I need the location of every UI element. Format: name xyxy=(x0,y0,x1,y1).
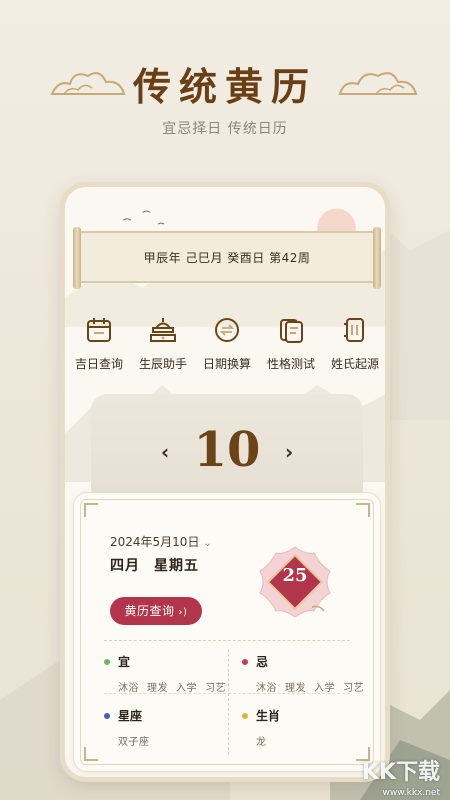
corner-ornament xyxy=(356,503,370,517)
zodiac-section: 生肖 龙 xyxy=(242,707,280,748)
solar-date: 2024年5月10日 xyxy=(110,535,200,549)
next-day-button[interactable]: › xyxy=(285,440,293,464)
calendar-icon xyxy=(87,318,111,342)
yi-title: 宜 xyxy=(118,655,131,669)
ji-item: 沐浴 xyxy=(256,683,277,694)
arrow-right-icon: ›) xyxy=(178,607,188,618)
yi-item: 习艺 xyxy=(205,683,226,694)
day-number: 10 xyxy=(193,422,261,478)
lunar-month: 四月 xyxy=(110,558,140,574)
yi-item: 理发 xyxy=(147,683,168,694)
corner-ornament xyxy=(84,503,98,517)
chevron-down-icon: ⌄ xyxy=(203,538,212,549)
tool-label: 日期换算 xyxy=(202,357,251,371)
ji-item: 习艺 xyxy=(343,683,364,694)
day-badge: 25 xyxy=(254,541,336,623)
tool-label: 姓氏起源 xyxy=(330,357,379,371)
phone-mockup: 甲辰年 己巳月 癸酉日 第42周 吉日查询 生辰助手 日期换算 性格测试 姓氏起… xyxy=(60,182,390,782)
yi-section: 宜 沐浴 理发 入学 习艺 xyxy=(104,653,226,694)
tool-date-convert[interactable]: 日期换算 xyxy=(197,315,257,372)
ji-dot-icon xyxy=(242,658,248,665)
constellation-value: 双子座 xyxy=(118,737,150,748)
ji-item: 理发 xyxy=(285,683,306,694)
constellation-section: 星座 双子座 xyxy=(104,707,150,748)
hero-title: 传统黄历 xyxy=(132,64,317,109)
almanac-card: 2024年5月10日 ⌄ 四月 星期五 25 黄历查询 ›) 宜 沐浴 理发 入学 习艺 xyxy=(73,492,381,772)
ganzhi-scroll-banner: 甲辰年 己巳月 癸酉日 第42周 xyxy=(73,227,381,289)
ganzhi-date-text: 甲辰年 己巳月 癸酉日 第42周 xyxy=(143,251,311,265)
watermark-logo: KK下载 xyxy=(361,760,440,785)
ji-section: 忌 沐浴 理发 入学 习艺 xyxy=(242,653,364,694)
scroll-book-icon xyxy=(344,318,364,342)
tool-birth-assistant[interactable]: 生辰助手 xyxy=(133,315,193,372)
ji-item: 入学 xyxy=(314,683,335,694)
temple-icon xyxy=(150,318,176,342)
tool-label: 性格测试 xyxy=(266,357,315,371)
zodiac-value: 龙 xyxy=(256,737,267,748)
day-selector-panel: ‹ 10 › xyxy=(91,394,363,504)
vertical-divider xyxy=(228,649,229,755)
tool-personality-test[interactable]: 性格测试 xyxy=(261,315,321,372)
ji-title: 忌 xyxy=(256,655,269,669)
tool-label: 生辰助手 xyxy=(138,357,187,371)
tool-shortcuts: 吉日查询 生辰助手 日期换算 性格测试 姓氏起源 xyxy=(69,315,385,372)
tool-label: 吉日查询 xyxy=(74,357,123,371)
zodiac-dot-icon xyxy=(242,712,248,719)
hero-subtitle: 宜忌择日 传统日历 xyxy=(162,121,288,137)
card-icon xyxy=(280,319,303,343)
lunar-weekday: 四月 星期五 xyxy=(110,555,199,575)
yi-item: 沐浴 xyxy=(118,683,139,694)
almanac-query-label: 黄历查询 xyxy=(124,604,175,618)
corner-ornament xyxy=(84,747,98,761)
weekday: 星期五 xyxy=(154,558,199,574)
date-picker[interactable]: 2024年5月10日 ⌄ xyxy=(110,533,212,550)
constellation-title: 星座 xyxy=(118,709,143,723)
tool-lucky-day[interactable]: 吉日查询 xyxy=(69,315,129,372)
divider xyxy=(104,640,350,641)
zodiac-title: 生肖 xyxy=(256,709,281,723)
tool-surname-origin[interactable]: 姓氏起源 xyxy=(325,315,385,372)
yi-dot-icon xyxy=(104,658,110,665)
badge-number: 25 xyxy=(282,565,308,586)
constellation-dot-icon xyxy=(104,712,110,719)
watermark-url: www.kkx.net xyxy=(382,788,441,798)
almanac-query-button[interactable]: 黄历查询 ›) xyxy=(110,597,202,625)
coin-exchange-icon xyxy=(215,318,239,342)
yi-item: 入学 xyxy=(176,683,197,694)
